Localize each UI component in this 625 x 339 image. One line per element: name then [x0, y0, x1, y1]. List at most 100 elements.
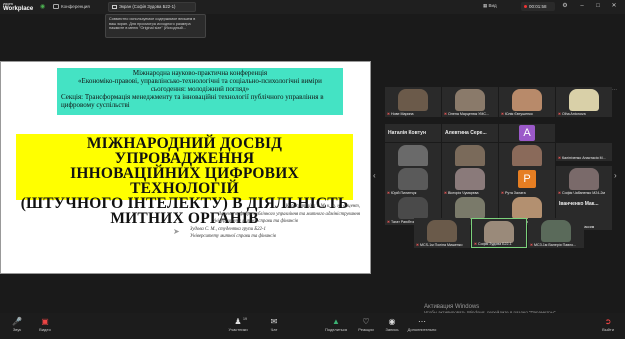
title-line: МІЖНАРОДНИЙ ДОСВІД УПРОВАДЖЕННЯ: [86, 135, 283, 167]
author-line: Університету митної справи та фінансів: [212, 219, 298, 225]
participant-tile[interactable]: ✖Olha Antonova: [556, 87, 612, 117]
author-line: Каросттеліна І. М. к. ю. н., доцент,: [285, 204, 360, 209]
conference-info-icon[interactable]: [53, 4, 59, 9]
participant-avatar: A: [519, 125, 535, 141]
participant-video: [455, 168, 485, 190]
video-label: Видео: [39, 327, 51, 332]
record-dot-icon: [524, 5, 527, 8]
participant-tile[interactable]: Алевтина Сере...: [442, 124, 498, 142]
view-label: Вид: [488, 3, 497, 8]
participant-name: Софія Зудова Б22-1: [478, 242, 512, 246]
chat-icon: ✉: [270, 317, 278, 326]
participant-tile[interactable]: ✖МСЗ-1м Валерія Павло...: [528, 218, 584, 248]
header-line: «Економіко-правові, управлінсько-техноло…: [78, 77, 322, 85]
participant-tile[interactable]: ✖Юлія Євтушенко: [499, 87, 555, 117]
maximize-icon[interactable]: □: [594, 2, 602, 10]
participant-tile[interactable]: P ✖Рута Залата: [499, 166, 555, 196]
monitor-icon: [112, 5, 117, 9]
video-off-icon: ▣: [41, 317, 49, 326]
chat-label: Чат: [270, 327, 278, 332]
participant-video: [512, 145, 542, 167]
participant-name-label: ✖MCS-1м Поліна Мишенко: [416, 243, 463, 247]
mic-muted-icon: ✖: [501, 112, 505, 116]
participant-video: [398, 168, 428, 190]
chat-button[interactable]: ✉ Чат: [257, 317, 291, 332]
participant-video: [455, 145, 485, 167]
participant-tile[interactable]: ✖Вікторія Чумарєва: [442, 166, 498, 196]
participant-tile[interactable]: A: [499, 124, 555, 142]
settings-icon[interactable]: ⚙: [561, 2, 569, 10]
share-screen-icon: ▲: [332, 317, 340, 326]
leave-label: Выйти: [602, 327, 614, 332]
mic-muted-icon: ✖: [474, 242, 478, 246]
participant-name: Olha Antonova: [562, 112, 586, 116]
participant-tile[interactable]: Іванченко Мак...: [556, 195, 612, 213]
mic-label: Звук: [12, 327, 22, 332]
title-bar: zoom Workplace ◉ Конференция Экран (Софі…: [0, 0, 625, 14]
participant-tile[interactable]: ✖Олена Марценюк УМС...: [442, 87, 498, 117]
screen-share-title: Экран (Софія Зудова Б22-1): [119, 4, 176, 9]
title-line: ІННОВАЦІЙНИХ ЦИФРОВИХ ТЕХНОЛОГІЙ: [70, 165, 299, 197]
slide-header: Міжнародна науково-практична конференція…: [57, 68, 343, 115]
participant-name: Іванченко Мак...: [559, 201, 599, 207]
participant-video: [398, 89, 428, 111]
conference-label[interactable]: Конференция: [61, 4, 90, 9]
fit-screen-tooltip: Совместно используемое содержимое впишем…: [105, 14, 206, 38]
video-button[interactable]: ▣ Видео: [28, 317, 62, 332]
participant-name: Нове Марина: [391, 112, 414, 116]
recording-indicator[interactable]: 00:01:58: [521, 2, 555, 11]
participant-tile[interactable]: ✖Юрій Пилипчук: [385, 166, 441, 196]
participant-name: Юлія Євтушенко: [505, 112, 533, 116]
gallery-prev-icon[interactable]: ‹: [373, 171, 381, 180]
author-line: Університету митної справи та фінансів: [190, 234, 276, 240]
participants-count: 19: [243, 317, 247, 321]
participant-name-label: ✖Тагат Раюбтом: [387, 220, 416, 224]
screen-share-pill[interactable]: Экран (Софія Зудова Б22-1): [108, 2, 196, 12]
participant-name-label: ✖Юлія Євтушенко: [501, 112, 533, 116]
participant-tile[interactable]: Наталія Ковтун: [385, 124, 441, 142]
gallery-next-icon[interactable]: ›: [614, 171, 622, 180]
participant-avatar: P: [518, 170, 536, 188]
leave-icon: ➲: [604, 317, 612, 326]
participant-name: MCS-1м Поліна Мишенко: [420, 243, 463, 247]
shield-icon[interactable]: ◉: [40, 4, 46, 10]
participant-video: [512, 89, 542, 111]
share-button[interactable]: ▲ Поделиться: [319, 317, 353, 332]
shared-slide: Міжнародна науково-практична конференція…: [0, 61, 371, 274]
more-label: Дополнительно: [407, 327, 437, 332]
participant-name: МСЗ-1м Валерія Павло...: [534, 243, 577, 247]
participant-name-label: ✖Олена Марценюк УМС...: [444, 112, 489, 116]
leave-button[interactable]: ➲ Выйти: [591, 317, 625, 332]
participant-name-label: ✖Olha Antonova: [558, 112, 586, 116]
participant-name-label: Іванченко Мак...: [559, 201, 598, 207]
mic-muted-icon: ✖: [387, 220, 391, 224]
minimize-icon[interactable]: –: [578, 2, 586, 10]
mic-muted-icon: ✖: [444, 112, 448, 116]
participant-tile[interactable]: ✖Нове Марина: [385, 87, 441, 117]
participant-name-label: Алевтина Сере...: [445, 130, 487, 136]
participant-video: [541, 220, 571, 242]
participant-tile[interactable]: ✖Софія Чабаненко М24-2м: [556, 166, 612, 196]
participant-video: [569, 168, 599, 190]
participant-name: Алевтина Сере...: [445, 130, 487, 136]
participant-video: [427, 220, 457, 242]
participants-button[interactable]: ♟ 19 Участники: [221, 317, 255, 332]
more-options-icon[interactable]: ⋯: [612, 87, 617, 93]
participant-tile[interactable]: ✖Калініченко Анастасія М...: [556, 143, 612, 161]
more-button[interactable]: ⋯ Дополнительно: [405, 317, 439, 332]
view-button[interactable]: ▦ Вид: [483, 3, 497, 9]
close-icon[interactable]: ✕: [610, 2, 618, 10]
record-button[interactable]: ◉ Запись: [375, 317, 409, 332]
participant-tile[interactable]: ✖Софія Зудова Б22-1: [471, 218, 527, 248]
mic-muted-icon: ✖: [530, 243, 534, 247]
header-line: сьогодення: молодіжний погляд»: [150, 85, 250, 93]
brand-big: Workplace: [3, 6, 34, 12]
mic-muted-icon: ✖: [387, 112, 391, 116]
grid-icon: ▦: [483, 3, 488, 8]
participant-tile[interactable]: ✖MCS-1м Поліна Мишенко: [414, 218, 470, 248]
reactions-label: Реакции: [358, 327, 374, 332]
participant-gallery: ✖Нове Марина ✖Олена Марценюк УМС... ✖Юлія …: [381, 87, 612, 248]
meeting-toolbar: 🎤 Звук ▣ Видео ♟ 19 Участники ✉ Чат ▲ По…: [0, 313, 625, 339]
participant-video: [455, 89, 485, 111]
header-line: Міжнародна науково-практична конференція: [132, 69, 268, 77]
